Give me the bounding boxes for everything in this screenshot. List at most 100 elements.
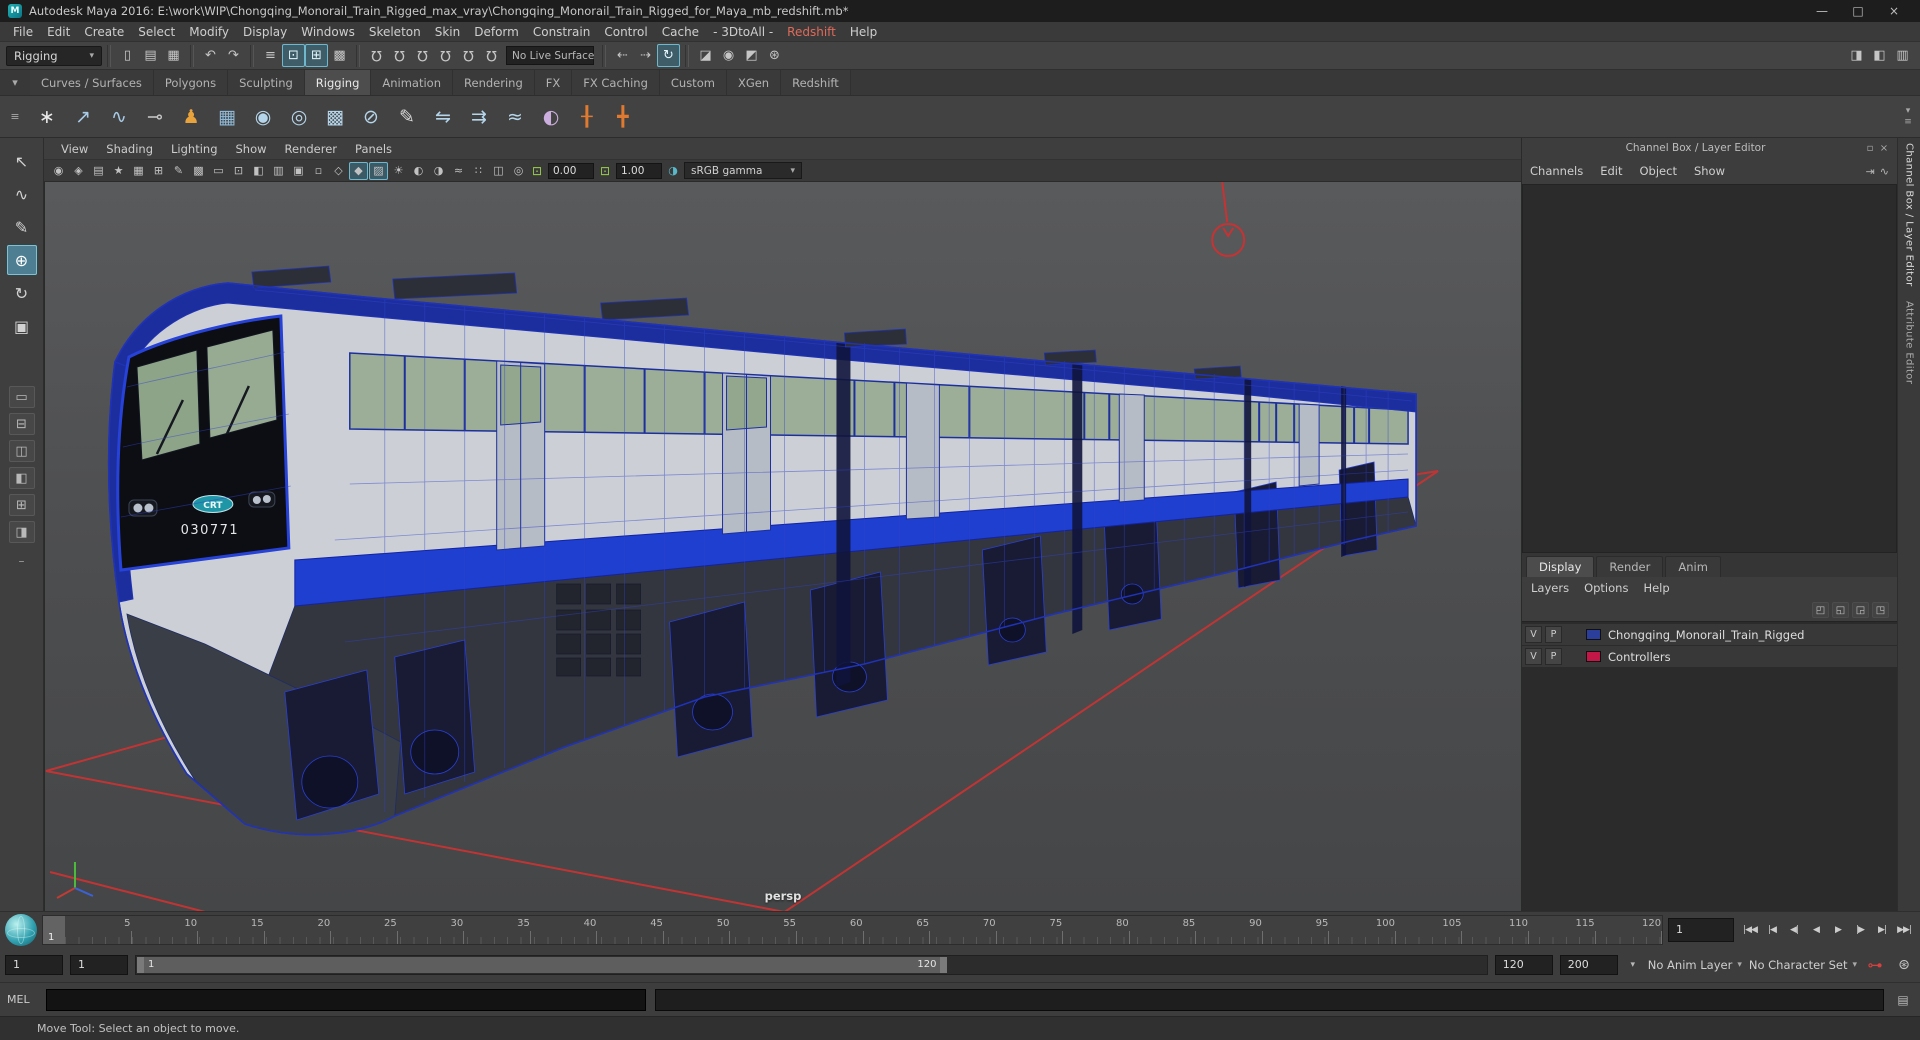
layer-editor-menu-item[interactable]: Options bbox=[1584, 581, 1628, 595]
anim-layer-dropdown[interactable]: No Anim Layer ▾ bbox=[1648, 958, 1742, 972]
layer-row[interactable]: V P Chongqing_Monorail_Train_Rigged bbox=[1522, 624, 1897, 645]
menuset-dropdown[interactable]: Rigging ▾ bbox=[6, 45, 102, 66]
open-render-view-icon[interactable]: ◪ bbox=[694, 44, 717, 67]
close-icon[interactable]: × bbox=[1876, 1, 1912, 21]
viewport-canvas[interactable]: CRT 030771 persp bbox=[44, 182, 1521, 911]
multisample-icon[interactable]: ∷ bbox=[469, 162, 488, 180]
exposure-icon[interactable]: ⊡ bbox=[529, 164, 545, 178]
make-live-icon[interactable]: Ω bbox=[480, 44, 503, 67]
shelf-menu-icon[interactable]: ≡ bbox=[0, 96, 30, 137]
rotate-tool-icon[interactable]: ↻ bbox=[7, 278, 37, 308]
shelf-tab[interactable]: Custom bbox=[659, 70, 727, 95]
field-chart-icon[interactable]: ▥ bbox=[269, 162, 288, 180]
open-scene-icon[interactable]: ▤ bbox=[139, 44, 162, 67]
gamma-field[interactable]: 1.00 bbox=[616, 162, 662, 179]
layout-two-side-icon[interactable]: ◫ bbox=[8, 440, 35, 462]
color-management-icon[interactable]: ◑ bbox=[665, 164, 681, 177]
scale-tool-icon[interactable]: ▣ bbox=[7, 311, 37, 341]
menu-item[interactable]: Modify bbox=[182, 25, 236, 39]
menu-item[interactable]: - 3DtoAll - bbox=[706, 25, 780, 39]
layer-options-icon[interactable]: ◳ bbox=[1872, 602, 1889, 618]
shelf-tab[interactable]: Rendering bbox=[453, 70, 535, 95]
shelf-control-b-icon[interactable]: ╋ bbox=[606, 100, 640, 134]
undo-icon[interactable]: ↶ bbox=[199, 44, 222, 67]
panel-menu-item[interactable]: View bbox=[52, 142, 97, 156]
go-to-end-button[interactable]: ▶▶| bbox=[1893, 918, 1915, 942]
shelf-bind-skin-icon[interactable]: ◉ bbox=[246, 100, 280, 134]
layer-playback-toggle[interactable]: P bbox=[1545, 626, 1562, 643]
camera-attributes-icon[interactable]: ▤ bbox=[89, 162, 108, 180]
layer-new-empty-icon[interactable]: ◰ bbox=[1812, 602, 1829, 618]
layer-editor-menu-item[interactable]: Layers bbox=[1531, 581, 1569, 595]
layout-four-pane-icon[interactable]: ⊞ bbox=[8, 494, 35, 516]
shelf-hik-character-icon[interactable]: ▦ bbox=[210, 100, 244, 134]
playback-start-field[interactable]: 1 bbox=[70, 954, 128, 975]
step-forward-frame-button[interactable]: |▶ bbox=[1849, 918, 1871, 942]
panel-menu-item[interactable]: Show bbox=[227, 142, 276, 156]
select-asset-icon[interactable]: ▩ bbox=[328, 44, 351, 67]
channel-mode-icon[interactable]: ∿ bbox=[1880, 165, 1889, 178]
command-line-input[interactable] bbox=[46, 988, 646, 1011]
layer-visibility-toggle[interactable]: V bbox=[1525, 626, 1542, 643]
grid-icon[interactable]: ▩ bbox=[189, 162, 208, 180]
go-to-start-button[interactable]: |◀◀ bbox=[1739, 918, 1761, 942]
layer-visibility-toggle[interactable]: V bbox=[1525, 648, 1542, 665]
gate-mask-icon[interactable]: ◧ bbox=[249, 162, 268, 180]
shelf-ik-spline-icon[interactable]: ∿ bbox=[102, 100, 136, 134]
snap-to-view-plane-icon[interactable]: Ω bbox=[457, 44, 480, 67]
step-back-key-button[interactable]: |◀ bbox=[1761, 918, 1783, 942]
animation-preferences-icon[interactable]: ⊛ bbox=[1893, 957, 1915, 973]
render-settings-icon[interactable]: ⊛ bbox=[763, 44, 786, 67]
toggle-channel-box-icon[interactable]: ▥ bbox=[1891, 44, 1914, 67]
dock-tab[interactable]: Attribute Editor bbox=[1904, 301, 1915, 384]
toggle-tool-settings-icon[interactable]: ◧ bbox=[1868, 44, 1891, 67]
close-panel-icon[interactable]: × bbox=[1877, 143, 1891, 154]
animation-end-field[interactable]: 200 bbox=[1559, 954, 1618, 975]
layout-two-stacked-icon[interactable]: ⊟ bbox=[8, 413, 35, 435]
grease-pencil-icon[interactable]: ✎ bbox=[169, 162, 188, 180]
image-plane-icon[interactable]: ▦ bbox=[129, 162, 148, 180]
layer-editor-tab[interactable]: Render bbox=[1596, 556, 1664, 577]
character-set-dropdown[interactable]: No Character Set ▾ bbox=[1749, 958, 1857, 972]
view-transform-dropdown[interactable]: sRGB gamma ▾ bbox=[684, 162, 802, 179]
wireframe-icon[interactable]: ◇ bbox=[329, 162, 348, 180]
save-scene-icon[interactable]: ▦ bbox=[162, 44, 185, 67]
toggle-attribute-editor-icon[interactable]: ◨ bbox=[1845, 44, 1868, 67]
range-options-caret-icon[interactable]: ▾ bbox=[1625, 960, 1641, 970]
snap-to-curve-icon[interactable]: Ω bbox=[388, 44, 411, 67]
resolution-gate-icon[interactable]: ⊡ bbox=[229, 162, 248, 180]
shelf-tab[interactable]: Rigging bbox=[304, 70, 372, 95]
gamma-icon[interactable]: ⊡ bbox=[597, 164, 613, 178]
new-scene-icon[interactable]: ▯ bbox=[116, 44, 139, 67]
layer-color-swatch[interactable] bbox=[1586, 651, 1601, 662]
menu-item[interactable]: Windows bbox=[294, 25, 362, 39]
layer-move-up-icon[interactable]: ◲ bbox=[1852, 602, 1869, 618]
menu-item[interactable]: Redshift bbox=[780, 25, 843, 39]
panel-menu-item[interactable]: Lighting bbox=[162, 142, 226, 156]
panel-menu-item[interactable]: Renderer bbox=[276, 142, 347, 156]
select-tool-icon[interactable]: ↖ bbox=[7, 146, 37, 176]
snap-to-projected-center-icon[interactable]: Ω bbox=[434, 44, 457, 67]
shelf-overflow-caret-icon[interactable]: ▾ bbox=[1906, 106, 1911, 116]
channel-box-list[interactable] bbox=[1522, 184, 1897, 553]
menu-item[interactable]: File bbox=[6, 25, 40, 39]
motion-blur-icon[interactable]: ≈ bbox=[449, 162, 468, 180]
redo-icon[interactable]: ↷ bbox=[222, 44, 245, 67]
wireframe-sphere-icon[interactable] bbox=[5, 913, 37, 946]
shelf-control-a-icon[interactable]: ╂ bbox=[570, 100, 604, 134]
safe-action-icon[interactable]: ▣ bbox=[289, 162, 308, 180]
play-backwards-button[interactable]: ◀ bbox=[1805, 918, 1827, 942]
xray-icon[interactable]: ◫ bbox=[489, 162, 508, 180]
render-current-frame-icon[interactable]: ◉ bbox=[717, 44, 740, 67]
shelf-quick-rig-icon[interactable]: ♟ bbox=[174, 100, 208, 134]
shelf-smooth-weights-icon[interactable]: ≈ bbox=[498, 100, 532, 134]
current-frame-marker[interactable]: 1 bbox=[43, 915, 65, 944]
shelf-paint-weights-icon[interactable]: ✎ bbox=[390, 100, 424, 134]
layout-three-split-icon[interactable]: ◧ bbox=[8, 467, 35, 489]
lasso-tool-icon[interactable]: ∿ bbox=[7, 179, 37, 209]
train-model[interactable]: CRT 030771 bbox=[107, 265, 1417, 836]
shelf-tab[interactable]: Polygons bbox=[153, 70, 229, 95]
shelf-tab[interactable]: XGen bbox=[726, 70, 782, 95]
exposure-field[interactable]: 0.00 bbox=[548, 162, 594, 179]
output-connections-icon[interactable]: ⇢ bbox=[634, 44, 657, 67]
